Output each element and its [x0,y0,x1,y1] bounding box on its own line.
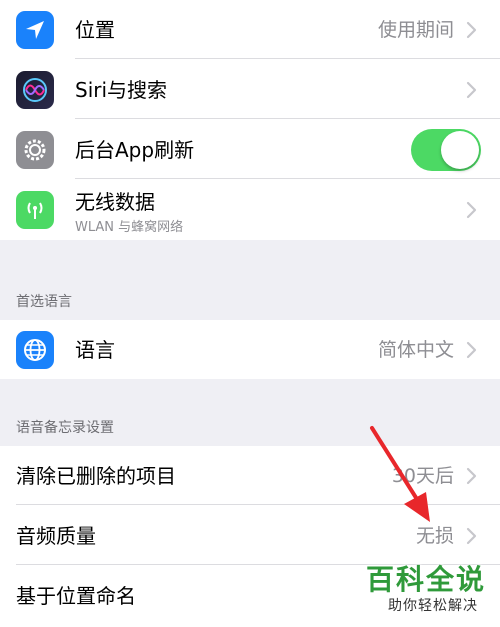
row-clear-deleted-label: 清除已删除的项目 [16,464,176,488]
row-language-value: 简体中文 [377,339,454,361]
chevron-right-icon [466,81,477,99]
antenna-icon [16,191,54,229]
chevron-right-icon [466,21,477,39]
section-header-voice-memos: 语音备忘录设置 [16,420,114,436]
location-arrow-icon [16,11,54,49]
row-wireless-data[interactable]: 无线数据 WLAN 与蜂窝网络 [0,180,500,240]
siri-icon [16,71,54,109]
chevron-right-icon [466,467,477,485]
row-background-app-refresh: 后台App刷新 [0,120,500,179]
row-language-label: 语言 [75,338,115,362]
row-siri[interactable]: Siri与搜索 [0,60,500,119]
row-wireless-data-sublabel: WLAN 与蜂窝网络 [75,220,184,235]
row-wireless-data-label: 无线数据 [75,190,155,214]
gear-icon [16,131,54,169]
row-location[interactable]: 位置 使用期间 [0,0,500,59]
chevron-right-icon [466,341,477,359]
settings-group-top: 位置 使用期间 Siri与搜索 后台App刷新 无线数据 WLAN 与蜂窝网络 [0,0,500,240]
row-location-value: 使用期间 [377,19,454,41]
watermark-title: 百科全说 [365,563,486,596]
background-app-refresh-toggle[interactable] [411,129,481,171]
globe-icon [16,331,54,369]
row-language[interactable]: 语言 简体中文 [0,320,500,379]
watermark-subtitle: 助你轻松解决 [388,598,478,614]
toggle-knob [441,131,479,169]
row-audio-quality-label: 音频质量 [16,524,96,548]
settings-group-language: 语言 简体中文 [0,320,500,379]
row-location-label: 位置 [75,18,115,42]
row-location-naming-label: 基于位置命名 [16,584,136,608]
chevron-right-icon [466,201,477,219]
red-arrow-annotation [370,426,430,522]
section-header-preferred-language: 首选语言 [16,294,72,310]
row-background-app-refresh-label: 后台App刷新 [75,138,195,162]
chevron-right-icon [466,527,477,545]
row-siri-label: Siri与搜索 [75,78,168,102]
